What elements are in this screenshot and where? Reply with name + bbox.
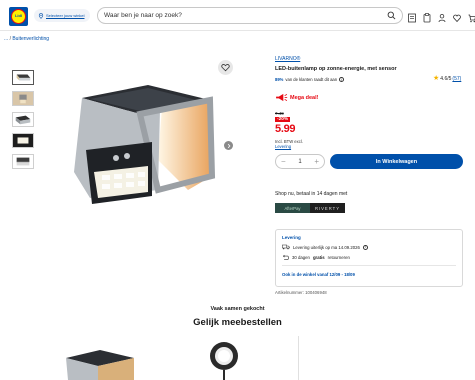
search-bar[interactable] xyxy=(97,7,403,24)
logo-text: Lidl xyxy=(14,13,23,18)
breadcrumb-ellipsis[interactable]: ... xyxy=(4,36,8,42)
quantity-decrease-button[interactable]: − xyxy=(281,157,286,165)
discount-badge: -20% xyxy=(275,117,291,122)
mega-deal-badge: Mega deal! xyxy=(275,93,318,102)
returns-row: 30 dagen gratis retourneren xyxy=(282,254,350,261)
vat-note: Incl. BTW excl. Levering xyxy=(275,139,303,149)
recommendations-divider xyxy=(298,336,299,380)
heart-icon xyxy=(221,64,230,72)
recommended-product-image-2[interactable] xyxy=(202,338,246,380)
star-icon: ★ xyxy=(433,75,440,82)
recommend-text: van de klanten raadt dit aan xyxy=(285,77,338,82)
delivery-divider xyxy=(282,265,456,266)
location-pin-icon xyxy=(38,12,44,19)
megaphone-icon xyxy=(276,93,288,102)
breadcrumb-separator: / xyxy=(9,36,11,42)
delivery-info-icon[interactable]: i xyxy=(362,244,368,250)
current-price: 5.99 xyxy=(275,123,296,135)
thumbnail-strip xyxy=(12,70,34,175)
delivery-date: Levering uiterlijk op ma 14.09.2026 xyxy=(293,244,360,250)
article-number: Artikelnummer: 100406948 xyxy=(275,290,327,295)
returns-suffix: retourneren xyxy=(327,255,350,260)
riverty-logo: RIVERTY xyxy=(310,203,345,213)
recommendation-line: 89% van de klanten raadt dit aan i xyxy=(275,77,345,82)
recommended-product-image-1[interactable] xyxy=(58,340,138,380)
add-to-favorites-button[interactable] xyxy=(218,60,233,75)
payment-label: Shop nu, betaal in 14 dagen met xyxy=(275,191,348,197)
rating[interactable]: ★ 4.6/5 (57) xyxy=(433,75,461,82)
breadcrumb: ... / Buitenverlichting xyxy=(4,36,49,42)
favorites-icon[interactable] xyxy=(453,10,461,23)
deal-label: Mega deal! xyxy=(290,94,319,101)
old-price: 7.49 xyxy=(275,111,284,116)
thumbnail-2[interactable] xyxy=(12,91,34,106)
site-header: Lidl Selecteer jouw winkel xyxy=(0,0,475,31)
frequently-bought-heading: Gelijk meebestellen xyxy=(193,317,282,328)
cart-icon[interactable] xyxy=(468,10,475,23)
quantity-increase-button[interactable]: + xyxy=(314,157,319,165)
thumbnail-1[interactable] xyxy=(12,70,34,85)
returns-free: gratis xyxy=(312,255,325,260)
select-store-button[interactable]: Selecteer jouw winkel xyxy=(34,9,90,22)
article-number-label: Artikelnummer: xyxy=(275,290,304,295)
product-title: LED-buitenlamp op zonne-energie, met sen… xyxy=(275,66,397,72)
delivery-box: Levering Levering uiterlijk op ma 14.09.… xyxy=(275,229,463,287)
add-to-cart-button[interactable]: In Winkelwagen xyxy=(330,154,463,169)
header-icons xyxy=(408,10,475,23)
list-icon[interactable] xyxy=(423,10,431,23)
frequently-bought-kicker: Vaak samen gekocht xyxy=(210,306,265,312)
recommend-percent: 89% xyxy=(275,77,284,82)
thumbnail-3[interactable] xyxy=(12,112,34,127)
info-icon[interactable]: i xyxy=(339,77,345,82)
chevron-right-icon xyxy=(227,143,230,148)
select-store-label: Selecteer jouw winkel xyxy=(46,13,85,18)
delivery-date-row: Levering uiterlijk op ma 14.09.2026 i xyxy=(282,244,368,250)
catalog-icon[interactable] xyxy=(408,10,416,23)
return-icon xyxy=(282,254,289,260)
breadcrumb-current[interactable]: Buitenverlichting xyxy=(12,36,49,42)
afterpay-logo: AfterPay xyxy=(275,203,310,213)
search-icon[interactable] xyxy=(387,11,396,20)
next-image-button[interactable] xyxy=(224,141,233,150)
search-input[interactable] xyxy=(104,12,387,19)
delivery-title: Levering xyxy=(282,235,301,240)
article-number-value: 100406948 xyxy=(305,290,327,295)
truck-icon xyxy=(282,244,290,250)
brand-link[interactable]: LIVARNO® xyxy=(275,56,300,62)
in-store-availability: Ook in de winkel vanaf 12/09 - 18/09 xyxy=(282,272,355,277)
review-count-link[interactable]: (57) xyxy=(452,76,461,82)
delivery-costs-link[interactable]: Levering xyxy=(275,144,303,149)
payment-logos: AfterPay RIVERTY xyxy=(275,203,345,213)
quantity-stepper: − 1 + xyxy=(275,154,325,169)
lidl-logo[interactable]: Lidl xyxy=(9,7,28,26)
thumbnail-4[interactable] xyxy=(12,133,34,148)
product-main-image[interactable] xyxy=(60,80,220,210)
account-icon[interactable] xyxy=(438,10,446,23)
thumbnail-5[interactable] xyxy=(12,154,34,169)
rating-value: 4.6/5 xyxy=(440,76,452,82)
returns-days: 30 dagen xyxy=(292,255,310,260)
quantity-value[interactable]: 1 xyxy=(298,159,301,165)
